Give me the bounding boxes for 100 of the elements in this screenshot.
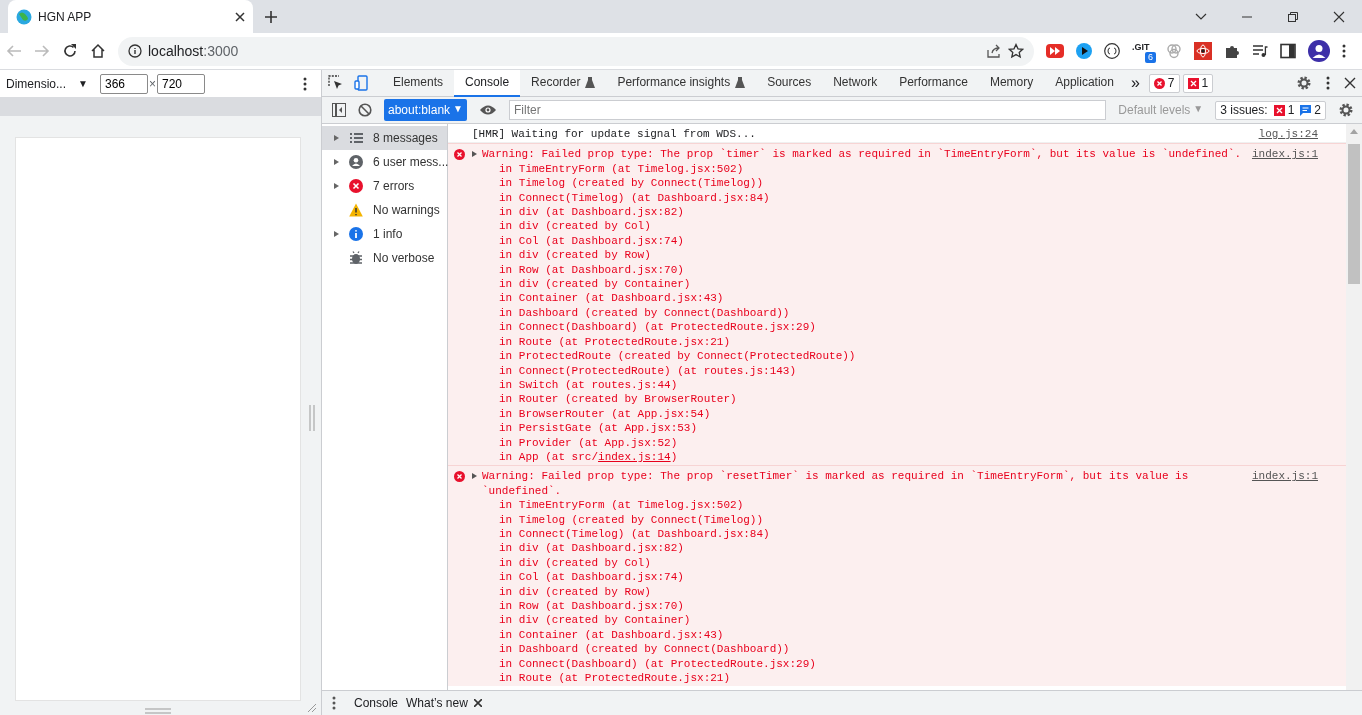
devtools-tab[interactable]: Application [1044,69,1125,97]
devtools-tab[interactable]: Sources [756,69,823,97]
media-queue-icon[interactable] [1252,43,1268,59]
log-message: Warning: Failed prop type: The prop `resetTimer` is marked as required in `TimeEntryForm`, but its value is `undefined`. [482,469,1190,499]
drawer-tab[interactable]: What’s new [406,694,482,712]
address-bar[interactable]: localhost:3000 [118,36,1034,66]
error-icon [349,179,363,193]
source-link[interactable]: index.js:1 [1252,147,1346,465]
height-input[interactable]: 720 [157,73,205,94]
settings-icon[interactable] [1296,75,1312,91]
flask-icon [735,76,746,88]
settings-icon[interactable] [1338,102,1354,118]
scrollbar[interactable] [1346,124,1362,690]
atom-icon[interactable] [1194,42,1212,60]
close-icon[interactable] [235,11,245,22]
stack-line: in div (at Dashboard.jsx:82) [499,205,685,220]
source-link[interactable]: index.js:1 [1252,469,1346,686]
star-icon[interactable] [1008,43,1024,59]
puzzle-icon[interactable] [1224,43,1240,59]
home-icon[interactable] [90,43,106,59]
stack-line: in Switch (at routes.js:44) [499,377,679,393]
sidebar-item[interactable]: 7 errors [322,174,447,198]
expand-arrow-icon[interactable] [334,183,339,189]
filter-field[interactable]: Filter [508,100,1107,120]
issue-counter[interactable]: 1 [1182,73,1214,93]
expand-arrow-icon[interactable] [472,151,477,158]
source-link[interactable]: index.js:14 [598,450,671,463]
more-tabs-button[interactable]: » [1124,71,1146,95]
more-vert-icon[interactable] [1342,44,1346,58]
resize-handle-icon[interactable] [145,708,171,714]
drawer-tab[interactable]: Console [354,694,399,712]
stack-line: in Timelog (created by Connect(Timelog)) [499,176,765,191]
restore-icon[interactable] [1287,10,1299,23]
close-icon[interactable] [1333,10,1345,23]
expand-arrow-icon[interactable] [334,159,339,165]
list-icon [349,131,363,145]
expand-arrow-icon[interactable] [334,231,339,237]
devtools-tab[interactable]: Memory [978,69,1045,97]
fast-forward-icon[interactable] [1046,44,1064,58]
eye-icon[interactable] [478,104,497,116]
error-icon [1153,77,1165,89]
stack-line: in TimeEntryForm (at Timelog.jsx:502) [499,498,745,513]
reload-icon[interactable] [62,43,78,59]
stack-line: in Dashboard (created by Connect(Dashboard)) [499,642,791,657]
error-counter[interactable]: 7 [1148,73,1180,93]
globe-icon [16,8,32,25]
side-panel-icon[interactable] [1280,43,1296,59]
avatar-icon[interactable] [1308,40,1330,62]
user-icon [349,155,363,169]
stack-line: in PersistGate (at App.jsx:53) [499,421,699,436]
share-icon[interactable] [986,43,1002,59]
tab-title: HGN APP [38,8,93,26]
stack-line: in Row (at Dashboard.jsx:70) [499,262,685,278]
warning-icon [349,203,363,217]
width-input[interactable]: 366 [100,73,148,94]
stack-line: in Connect(ProtectedRoute) (at routes.js:143) [499,363,798,378]
plus-icon[interactable] [265,10,277,23]
close-icon[interactable] [1344,77,1356,89]
info-icon [128,44,142,58]
close-icon[interactable] [473,699,482,707]
clear-icon[interactable] [358,103,372,117]
stack-line: in div (created by Col) [499,219,652,234]
expand-arrow-icon[interactable] [334,135,339,141]
context-dropdown[interactable]: about:blank ▼ [384,99,467,121]
devtools-tab[interactable]: Performance [888,69,979,97]
extension-button[interactable]: .GIT 6 [1132,41,1154,61]
stack-line: in Route (at ProtectedRoute.jsx:21) [499,334,732,350]
corner-handle-icon[interactable] [305,701,317,713]
inspect-icon[interactable] [328,75,344,91]
sidebar-item[interactable]: 6 user mess... [322,150,447,174]
times-sign: × [149,75,156,93]
source-link[interactable]: log.js:24 [1258,127,1346,142]
url-text: localhost:3000 [148,41,239,61]
more-vert-icon[interactable] [332,696,336,710]
more-vert-icon[interactable] [1326,76,1330,90]
sidebar-toggle-icon[interactable] [332,103,346,117]
bug-icon [349,251,363,265]
devtools-tab[interactable]: Recorder [520,69,607,97]
dimensions-dropdown[interactable]: Dimensio... ▼ [6,74,94,93]
device-toggle-icon[interactable] [354,75,368,91]
log-message: [HMR] Waiting for update signal from WDS... [472,127,756,142]
sidebar-item[interactable]: 8 messages [322,126,447,150]
devtools-tab[interactable]: Console [454,69,521,97]
resize-handle-icon[interactable] [309,405,315,431]
scrollbar-thumb[interactable] [1348,144,1360,284]
devtools-tab[interactable]: Performance insights [606,69,757,97]
git-label: .GIT [1132,41,1151,53]
devtools-tab[interactable]: Network [822,69,889,97]
more-vert-icon[interactable] [303,76,307,91]
code-braces-icon[interactable] [1104,43,1120,59]
issues-button[interactable]: 3 issues: 1 2 [1215,100,1326,120]
expand-arrow-icon[interactable] [472,473,477,480]
devtools-tab[interactable]: Elements [382,69,455,97]
play-icon[interactable] [1076,43,1092,59]
sidebar-item[interactable]: No verbose [322,246,447,270]
sidebar-item[interactable]: No warnings [322,198,447,222]
message-icon [1300,104,1312,116]
browser-tab[interactable]: HGN APP [8,0,253,33]
log-message: Warning: Failed prop type: The prop `timer` is marked as required in `TimeEntryForm`, but its value is `undefined`. [482,147,1242,162]
sidebar-item[interactable]: 1 info [322,222,447,246]
